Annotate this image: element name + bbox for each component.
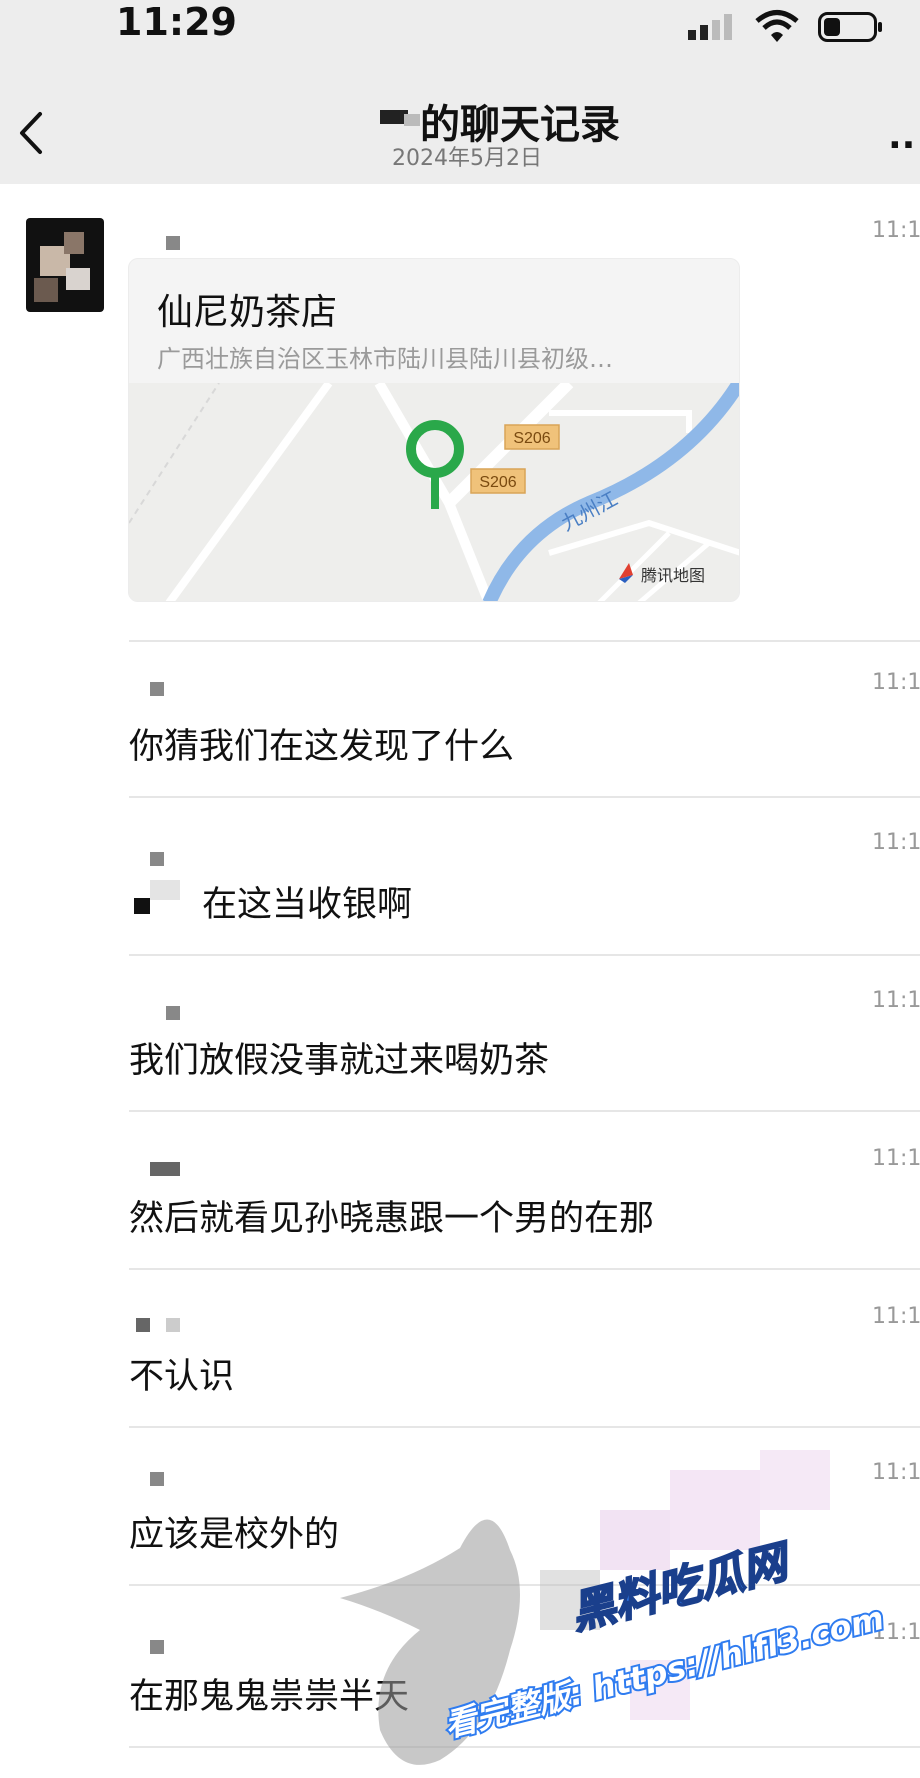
sender-name-redacted [150, 682, 164, 696]
message-text: 在这当收银啊 [202, 885, 413, 925]
message-text: 应该是校外的 [129, 1515, 340, 1555]
sender-name-redacted [150, 1162, 180, 1176]
sender-name-redacted [150, 852, 164, 866]
divider [129, 1426, 920, 1428]
message-time: 11:1 [872, 218, 920, 243]
divider [129, 796, 920, 798]
road-label-1: S206 [513, 430, 550, 447]
sender-name-redacted [166, 1006, 180, 1020]
more-icon[interactable]: ·· [888, 128, 915, 164]
location-address: 广西壮族自治区玉林市陆川县陆川县初级… [157, 345, 613, 373]
status-bar: 11:29 [0, 0, 920, 52]
divider [129, 640, 920, 642]
sender-name-redacted-light [166, 1318, 180, 1332]
message-time: 11:1 [872, 1304, 920, 1329]
watermark: 黑料吃瓜网 看完整版: https://hlfl3.com [340, 1450, 890, 1765]
message-time: 11:1 [872, 830, 920, 855]
sender-name-redacted [150, 1472, 164, 1486]
battery-icon [818, 12, 882, 42]
road-label-2: S206 [479, 474, 516, 491]
sender-name-redacted [150, 1640, 164, 1654]
wifi-icon [755, 10, 799, 42]
message-text: 你猜我们在这发现了什么 [129, 727, 515, 767]
location-name: 仙尼奶茶店 [157, 292, 338, 333]
title-redaction-light [404, 114, 420, 126]
status-time: 11:29 [116, 0, 237, 44]
signal-icon [688, 14, 732, 40]
map-preview: S206 S206 九州江 腾讯地图 [129, 383, 739, 601]
divider [129, 1268, 920, 1270]
message-text: 不认识 [129, 1357, 235, 1397]
message-text: 然后就看见孙晓惠跟一个男的在那 [129, 1199, 655, 1239]
message-time: 11:1 [872, 670, 920, 695]
map-provider: 腾讯地图 [641, 566, 705, 585]
sender-name-redacted [136, 1318, 150, 1332]
text-redaction [134, 898, 150, 914]
sender-name-redacted [166, 236, 180, 250]
back-icon[interactable] [14, 108, 48, 158]
divider [129, 954, 920, 956]
message-time: 11:1 [872, 988, 920, 1013]
text-redaction-light [150, 880, 180, 900]
chat-record-header: 的聊天记录 2024年5月2日 ·· [0, 52, 920, 184]
message-text: 我们放假没事就过来喝奶茶 [129, 1041, 550, 1081]
record-date: 2024年5月2日 [392, 146, 542, 171]
divider [129, 1110, 920, 1112]
location-card[interactable]: 仙尼奶茶店 广西壮族自治区玉林市陆川县陆川县初级… S206 S206 九州江 … [128, 258, 740, 602]
message-time: 11:1 [872, 1146, 920, 1171]
avatar[interactable] [26, 218, 104, 312]
